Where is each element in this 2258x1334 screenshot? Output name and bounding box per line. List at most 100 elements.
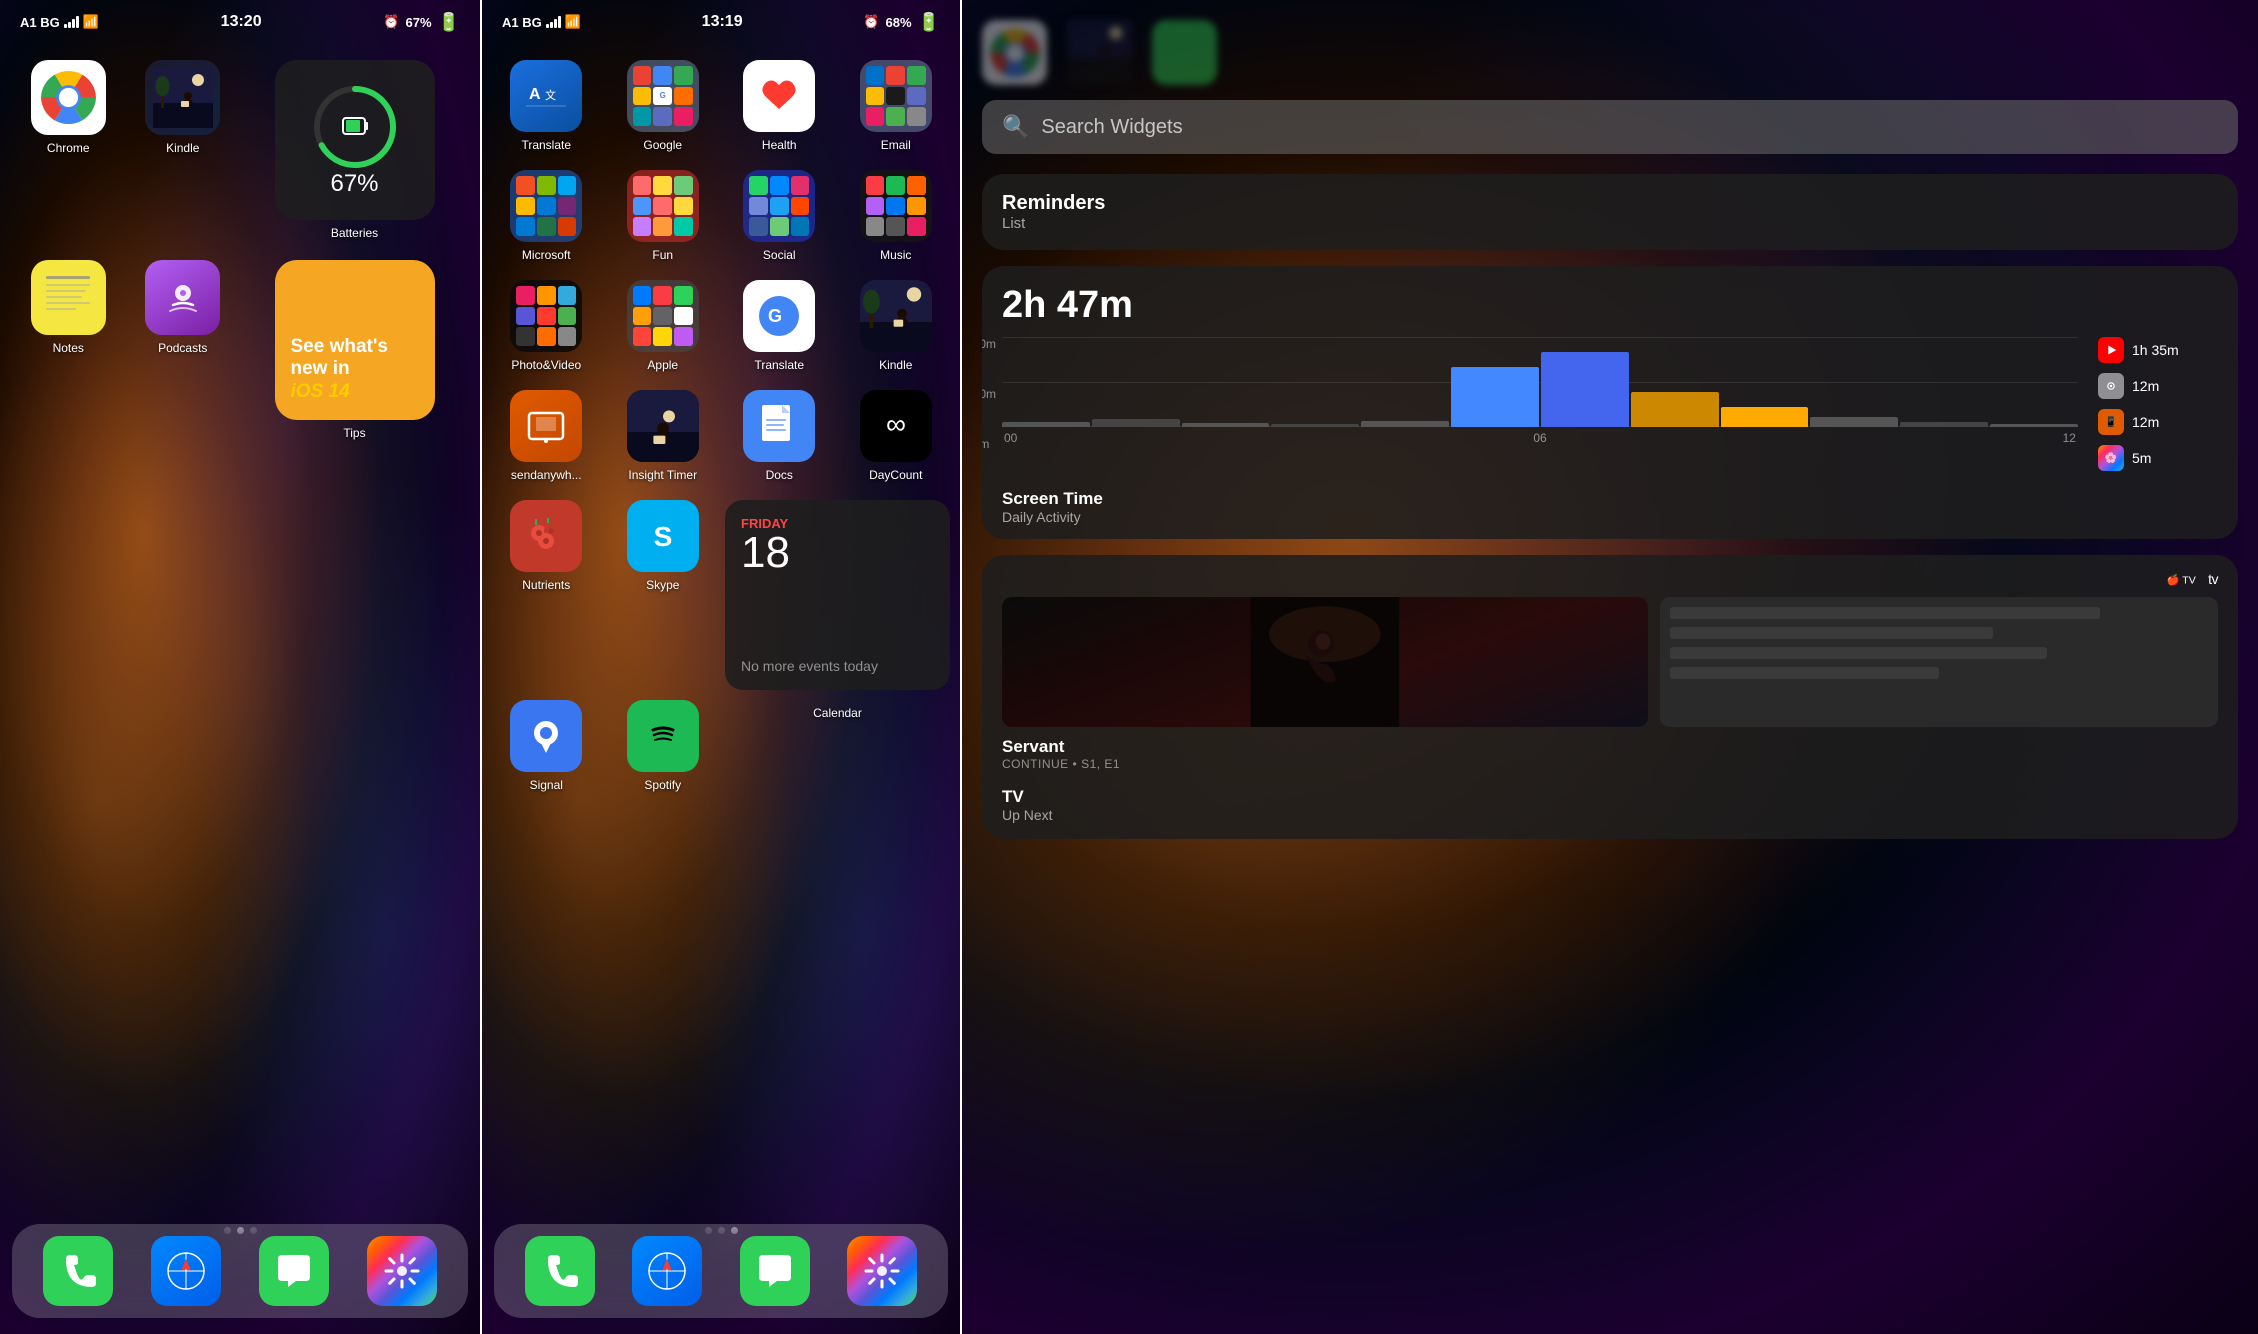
sendanywhere-label: sendanywh...	[511, 468, 582, 482]
spotify-icon	[627, 700, 699, 772]
battery-percent: 67%	[330, 170, 378, 198]
battery-widget[interactable]: 67%	[275, 60, 435, 220]
photos-time: 5m	[2132, 450, 2151, 466]
dock-safari[interactable]	[151, 1236, 221, 1306]
alarm-icon-2: ⏰	[863, 14, 879, 30]
phone-2: A1 BG 📶 13:19 ⏰ 68% 🔋 A	[480, 0, 960, 1334]
app-photovideo-folder[interactable]: Photo&Video	[492, 280, 601, 372]
app-social-folder[interactable]: Social	[725, 170, 834, 262]
dock-phone[interactable]	[43, 1236, 113, 1306]
dock-phone-2[interactable]	[525, 1236, 595, 1306]
row3-phone2: Photo&Video Apple	[492, 280, 950, 372]
app-spotify[interactable]: Spotify	[609, 700, 718, 792]
tv-thumb-line-1	[1670, 607, 2101, 619]
status-bar-2: A1 BG 📶 13:19 ⏰ 68% 🔋	[482, 0, 960, 44]
svg-text:文: 文	[545, 88, 556, 102]
gtranslate-icon: G	[743, 280, 815, 352]
bar-9	[1810, 417, 1898, 427]
app-kindle[interactable]: Kindle	[131, 60, 236, 240]
phone-3: 🔍 Search Widgets Reminders List 2h 47m 6…	[960, 0, 2258, 1334]
nutrients-icon	[510, 500, 582, 572]
app-sendanywhere[interactable]: sendanywh...	[492, 390, 601, 482]
health-icon	[743, 60, 815, 132]
app-signal[interactable]: Signal	[492, 700, 601, 792]
app-google-folder[interactable]: G Google	[609, 60, 718, 152]
app-music-folder[interactable]: Music	[842, 170, 951, 262]
translate-icon: A 文	[510, 60, 582, 132]
cal-no-events: No more events today	[741, 658, 934, 674]
tips-line3: iOS 14	[291, 381, 419, 404]
bar-11	[1990, 424, 2078, 427]
app-skype[interactable]: S Skype	[609, 500, 718, 690]
music-folder-icon	[860, 170, 932, 242]
google-label: Google	[643, 138, 682, 152]
search-bar[interactable]: 🔍 Search Widgets	[982, 100, 2238, 154]
time-1: 13:20	[221, 13, 262, 31]
app-nutrients[interactable]: Nutrients	[492, 500, 601, 690]
app-health[interactable]: Health	[725, 60, 834, 152]
app-docs[interactable]: Docs	[725, 390, 834, 482]
app-email-folder[interactable]: Email	[842, 60, 951, 152]
app-podcasts[interactable]: Podcasts	[131, 260, 236, 440]
status-bar-1: A1 BG 📶 13:20 ⏰ 67% 🔋	[0, 0, 480, 44]
podcasts-icon	[145, 260, 220, 335]
app-daycount[interactable]: ∞ DayCount	[842, 390, 951, 482]
tv-episode-text: S1, E1	[1081, 757, 1120, 771]
tv-thumb-line-3	[1670, 647, 2047, 659]
gtranslate-label: Translate	[754, 358, 804, 372]
dock-messages-2[interactable]	[740, 1236, 810, 1306]
bars-container	[1002, 337, 2078, 427]
microsoft-folder-icon	[510, 170, 582, 242]
insight-timer-label: Insight Timer	[628, 468, 697, 482]
st-app-youtube: 1h 35m	[2098, 337, 2218, 363]
wifi-icon-2: 📶	[565, 14, 581, 30]
screen-time-widget[interactable]: 2h 47m 60m 30m 0m	[982, 266, 2238, 539]
screen-time-title: Screen Time	[1002, 489, 1103, 509]
tv-thumb-2[interactable]	[1660, 597, 2218, 727]
tv-thumb-line-4	[1670, 667, 1939, 679]
kindle2-label: Kindle	[879, 358, 912, 372]
tv-widget-title: TV	[1002, 787, 2218, 807]
calendar-label-area: Calendar	[725, 700, 950, 792]
x-labels: 00 06 12	[1002, 431, 2078, 445]
dock-photos-2[interactable]	[847, 1236, 917, 1306]
tips-widget-area: See what's new in iOS 14 Tips	[245, 260, 464, 440]
app-translate[interactable]: A 文 Translate	[492, 60, 601, 152]
svg-text:A: A	[529, 86, 541, 103]
tv-thumb-servant[interactable]	[1002, 597, 1648, 727]
creativit-icon: 📱	[2098, 409, 2124, 435]
bar-0	[1002, 422, 1090, 427]
status-right-2: ⏰ 68% 🔋	[863, 12, 940, 33]
app-fun-folder[interactable]: Fun	[609, 170, 718, 262]
dock-1	[12, 1224, 468, 1318]
tv-show-info: Servant CONTINUE • S1, E1	[982, 727, 2238, 787]
app-chrome[interactable]: Chrome	[16, 60, 121, 240]
y-labels: 60m 30m 0m	[982, 337, 996, 471]
battery-percent-status-2: 68%	[886, 15, 912, 30]
signal-app-icon	[510, 700, 582, 772]
dock-photos[interactable]	[367, 1236, 437, 1306]
reminders-widget[interactable]: Reminders List	[982, 174, 2238, 250]
app-notes[interactable]: Notes	[16, 260, 121, 440]
tv-widget[interactable]: 🍎 TV tv	[982, 555, 2238, 839]
social-folder-icon	[743, 170, 815, 242]
app-insight-timer[interactable]: Insight Timer	[609, 390, 718, 482]
calendar-widget[interactable]: FRIDAY 18 No more events today	[725, 500, 950, 690]
app-apple-folder[interactable]: Apple	[609, 280, 718, 372]
dock-safari-2[interactable]	[632, 1236, 702, 1306]
app-kindle2[interactable]: Kindle	[842, 280, 951, 372]
sendanywhere-icon	[510, 390, 582, 462]
app-gtranslate[interactable]: G Translate	[725, 280, 834, 372]
kindle-icon	[145, 60, 220, 135]
app-microsoft-folder[interactable]: Microsoft	[492, 170, 601, 262]
battery-percent-status-1: 67%	[406, 15, 432, 30]
dock-messages[interactable]	[259, 1236, 329, 1306]
calendar-label: Calendar	[813, 706, 862, 720]
chart-bars	[1002, 337, 2078, 427]
st-app-photos: 🌸 5m	[2098, 445, 2218, 471]
dock-2	[494, 1224, 948, 1318]
tv-thumb-line-2	[1670, 627, 1993, 639]
tv-thumbnails	[982, 597, 2238, 727]
tips-widget[interactable]: See what's new in iOS 14	[275, 260, 435, 420]
bar-8	[1721, 407, 1809, 427]
